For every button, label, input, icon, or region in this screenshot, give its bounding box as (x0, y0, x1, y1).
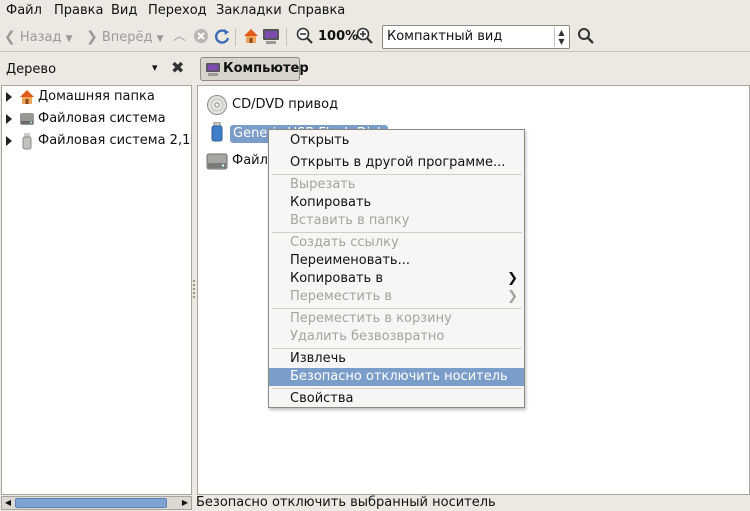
up-arrow-icon: ︿ (173, 29, 187, 44)
menubar: Файл Правка Вид Переход Закладки Справка (0, 0, 750, 22)
menu-edit[interactable]: Правка (54, 3, 103, 19)
back-arrow-icon: ❮ (4, 29, 16, 45)
scroll-left-icon[interactable]: ◀ (2, 497, 14, 509)
menu-separator (272, 388, 522, 389)
back-button-label: Назад (19, 30, 62, 45)
chevron-down-icon[interactable]: ▾ (152, 61, 158, 74)
home-button[interactable] (242, 27, 260, 47)
file-item-label: CD/DVD привод (232, 97, 339, 112)
tree-item-usb[interactable]: Файловая система 2,1 GB (2, 130, 191, 152)
harddisk-icon (206, 153, 228, 170)
computer-button[interactable] (262, 27, 280, 47)
context-menu: Открыть Открыть в другой программе... Вы… (268, 129, 525, 408)
ctx-open-with[interactable]: Открыть в другой программе... (269, 154, 524, 172)
ctx-rename[interactable]: Переименовать... (269, 252, 524, 270)
ctx-move-to-label: Переместить в (290, 289, 393, 304)
file-item-cdrom[interactable]: CD/DVD привод (206, 94, 506, 116)
combo-arrows-icon: ▲ ▼ (554, 27, 568, 47)
menu-go[interactable]: Переход (148, 3, 207, 19)
ctx-open[interactable]: Открыть (269, 132, 524, 150)
ctx-copy-to-label: Копировать в (290, 271, 383, 286)
ctx-properties[interactable]: Свойства (269, 390, 524, 408)
horizontal-scrollbar[interactable]: ◀ ▶ (1, 496, 192, 510)
menu-file[interactable]: Файл (6, 3, 42, 19)
zoom-out-button[interactable] (296, 27, 314, 47)
usb-drive-icon (22, 133, 32, 150)
expander-icon[interactable] (6, 92, 12, 102)
reload-button[interactable] (213, 27, 231, 47)
ctx-make-link: Создать ссылку (290, 235, 399, 250)
submenu-arrow-icon: ❯ (507, 271, 518, 286)
ctx-cut: Вырезать (290, 177, 356, 192)
ctx-copy[interactable]: Копировать (269, 194, 524, 212)
toolbar-separator (235, 28, 236, 46)
status-bar: Безопасно отключить выбранный носитель (196, 495, 750, 511)
close-icon[interactable]: ✖ (171, 58, 184, 77)
tree-item-label: Файловая система (38, 111, 166, 126)
tree-item-label: Файловая система 2,1 GB (38, 133, 191, 148)
ctx-safely-remove[interactable]: Безопасно отключить носитель (269, 368, 524, 386)
toolbar: ❮ Назад ▼ ❯ Вперёд ▼ ︿ 100% Компактный в… (0, 22, 750, 52)
scroll-right-icon[interactable]: ▶ (179, 497, 191, 509)
menu-separator (272, 348, 522, 349)
cdrom-icon (207, 95, 227, 115)
ctx-paste-into: Вставить в папку (290, 213, 410, 228)
menu-help[interactable]: Справка (288, 3, 345, 19)
tree-item-label: Домашняя папка (38, 89, 155, 104)
home-folder-icon (20, 90, 34, 104)
computer-icon (206, 63, 220, 76)
ctx-eject[interactable]: Извлечь (269, 350, 524, 368)
forward-button[interactable]: ❯ Вперёд ▼ (86, 27, 164, 47)
zoom-level[interactable]: 100% (318, 27, 358, 47)
search-icon (578, 28, 594, 44)
back-button[interactable]: ❮ Назад ▼ (4, 27, 73, 47)
expander-icon[interactable] (6, 136, 12, 146)
reload-icon (215, 29, 230, 44)
tree-item-home[interactable]: Домашняя папка (2, 86, 191, 108)
side-pane-header: Дерево ▾ ✖ (0, 56, 193, 82)
submenu-arrow-icon: ❯ (507, 289, 518, 304)
drive-icon (20, 113, 34, 125)
status-text: Безопасно отключить выбранный носитель (196, 495, 496, 510)
menu-separator (272, 308, 522, 309)
view-mode-value: Компактный вид (387, 29, 503, 44)
tree-item-filesystem[interactable]: Файловая система (2, 108, 191, 130)
menu-separator (272, 232, 522, 233)
up-button[interactable]: ︿ (173, 27, 186, 47)
tree-view[interactable]: Домашняя папка Файловая система Файловая… (1, 85, 192, 495)
stop-button[interactable] (193, 28, 209, 48)
menu-separator (272, 174, 522, 175)
chevron-down-icon[interactable]: ▼ (66, 34, 73, 44)
ctx-copy-to[interactable]: Копировать в ❯ (269, 270, 524, 288)
stop-icon (194, 29, 208, 43)
menu-bookmarks[interactable]: Закладки (216, 3, 282, 19)
usb-drive-icon (211, 122, 223, 142)
view-mode-select[interactable]: Компактный вид ▲ ▼ (382, 25, 570, 49)
toolbar-separator (286, 28, 287, 46)
search-button[interactable] (577, 27, 595, 47)
forward-button-label: Вперёд (101, 30, 153, 45)
ctx-move-to-trash: Переместить в корзину (290, 311, 452, 326)
home-icon (244, 29, 258, 43)
zoom-in-button[interactable] (356, 27, 374, 47)
ctx-move-to: Переместить в ❯ (269, 288, 524, 306)
chevron-down-icon[interactable]: ▼ (157, 34, 164, 44)
location-label: Компьютер (223, 61, 309, 76)
expander-icon[interactable] (6, 114, 12, 124)
ctx-delete-permanently: Удалить безвозвратно (290, 329, 445, 344)
zoom-out-icon (296, 27, 313, 44)
scrollbar-thumb[interactable] (15, 498, 167, 508)
computer-icon (263, 29, 279, 44)
location-button[interactable]: Компьютер (200, 57, 309, 81)
pane-resize-handle[interactable] (192, 85, 196, 510)
menu-view[interactable]: Вид (111, 3, 137, 19)
forward-arrow-icon: ❯ (86, 29, 98, 45)
side-pane-title[interactable]: Дерево (6, 62, 56, 77)
zoom-in-icon (356, 27, 373, 44)
